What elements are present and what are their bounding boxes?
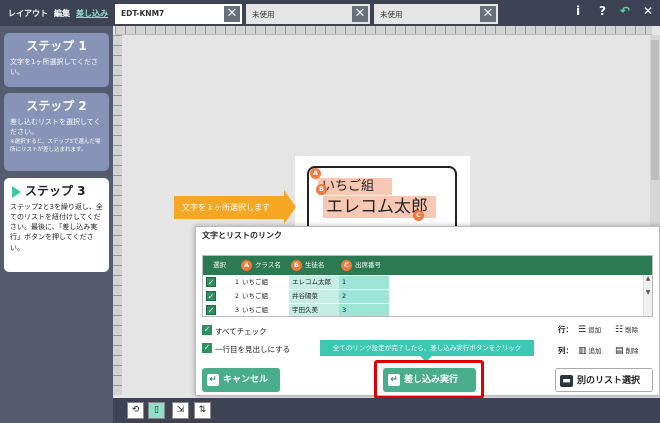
ruler-horizontal: [115, 26, 652, 35]
column-header-class[interactable]: A クラス名: [241, 256, 281, 275]
step-1-text: 文字を1ヶ所選択してください。: [10, 58, 99, 77]
tab-edt-knm7[interactable]: EDT-KNM7 ✕: [115, 4, 242, 24]
col-ops-label: 列：: [558, 346, 573, 355]
nav-edit[interactable]: 編集: [54, 8, 70, 19]
cancel-button[interactable]: ↵ キャンセル: [202, 368, 280, 392]
step-3-header: ステップ 3: [10, 182, 103, 199]
cell-class: いちご組: [239, 304, 289, 316]
step-3-text: ステップ2と3を繰り返し、全てのリストを紐付けしてください。最後に、「差し込み実…: [10, 203, 103, 252]
close-icon[interactable]: ✕: [224, 6, 240, 22]
other-list-label: 別のリスト選択: [577, 376, 641, 386]
col-add-button[interactable]: ▥ 追加: [578, 345, 602, 356]
step-1-card: ステップ 1 文字を1ヶ所選択してください。: [4, 33, 109, 87]
close-icon[interactable]: ✕: [480, 6, 496, 22]
row-add-button[interactable]: ☰ 追加: [578, 324, 601, 335]
help-icon[interactable]: ?: [599, 4, 606, 18]
ruler-vertical: [113, 35, 122, 395]
page-flip-icon[interactable]: ⇅: [194, 402, 211, 419]
check-all-checkbox[interactable]: ✓: [202, 325, 212, 335]
col-delete-button[interactable]: ▤ 削除: [615, 345, 639, 356]
check-all-label: すべてチェック: [215, 327, 267, 336]
row-number: 2: [225, 290, 239, 303]
step-3-title: ステップ 3: [25, 184, 86, 198]
hint-bubble: 全てのリンク設定が完了したら、差し込み実行ボタンをクリック: [320, 340, 534, 356]
tab-label: 未使用: [252, 10, 275, 19]
step-3-card: ステップ 3 ステップ2と3を繰り返し、全てのリストを紐付けしてください。最後に…: [4, 178, 109, 272]
row-number: 1: [225, 276, 239, 289]
step-2-card: ステップ 2 差し込むリストを選択してください。 ※選択すると、ステップ3で選ん…: [4, 93, 109, 171]
close-icon[interactable]: ✕: [643, 4, 653, 18]
cell-class: いちご組: [239, 290, 289, 303]
row-checkbox[interactable]: ✓: [206, 305, 216, 315]
table-row[interactable]: ✓ 1 いちご組 エレコム太郎 1: [203, 276, 643, 289]
row-delete-button[interactable]: ☷ 削除: [615, 324, 638, 335]
row-number: 3: [225, 304, 239, 316]
step-2-title: ステップ 2: [26, 99, 87, 113]
cell-class: いちご組: [239, 276, 289, 289]
select-other-list-button[interactable]: ▬ 別のリスト選択: [555, 368, 653, 392]
first-row-heading-checkbox[interactable]: ✓: [202, 343, 212, 353]
badge-c: C: [413, 210, 424, 221]
canvas-tooltip: 文字を１ヶ所選択します: [174, 196, 284, 219]
cell-name: 宇田久美: [289, 304, 339, 316]
tab-label: 未使用: [380, 10, 403, 19]
return-icon: ↵: [207, 373, 219, 386]
cell-seat: 3: [339, 304, 389, 316]
page-next-icon[interactable]: ⇲: [172, 402, 189, 419]
column-header-select: 選択: [213, 261, 226, 269]
folder-icon: ▬: [560, 374, 573, 387]
table-row[interactable]: ✓ 3 いちご組 宇田久美 3: [203, 304, 643, 316]
badge-b: B: [316, 184, 327, 195]
first-row-heading-label: 一行目を見出しにする: [215, 345, 291, 354]
step-arrow-icon: [12, 185, 21, 198]
text-field-class[interactable]: いちご組: [318, 178, 392, 195]
tab-label: EDT-KNM7: [121, 9, 165, 18]
cancel-label: キャンセル: [223, 375, 269, 385]
list-grid: 選択 A クラス名 B 生徒名 C 出席番号 ✓ 1 いちご組 エレコム太郎 1 ✓ …: [202, 255, 653, 317]
undo-arrow-icon[interactable]: ↶: [620, 4, 630, 18]
grid-scrollbar[interactable]: ▲ ▼: [643, 275, 652, 316]
close-icon[interactable]: ✕: [352, 6, 368, 22]
exec-label: 差し込み実行: [404, 375, 459, 385]
step-2-note: ※選択すると、ステップ3で選んだ場所にリストが差し込まれます。: [10, 139, 101, 154]
tooltip-arrow: [284, 190, 296, 224]
cell-seat: 1: [339, 276, 389, 289]
dialog-title: 文字とリストのリンク: [202, 231, 282, 240]
step-2-text: 差し込むリストを選択してください。: [10, 118, 101, 137]
tab-unused-2[interactable]: 未使用 ✕: [374, 4, 498, 24]
badge-a: A: [310, 168, 321, 179]
cell-seat: 2: [339, 290, 389, 303]
column-header-seat[interactable]: C 出席番号: [341, 256, 381, 275]
col-delete-icon: ▤: [615, 346, 624, 356]
rotate-left-icon[interactable]: ⟲: [127, 402, 144, 419]
row-add-icon: ☰: [578, 325, 587, 335]
row-checkbox[interactable]: ✓: [206, 291, 216, 301]
row-checkbox[interactable]: ✓: [206, 277, 216, 287]
column-header-name[interactable]: B 生徒名: [291, 256, 325, 275]
nav-merge[interactable]: 差し込み: [76, 8, 108, 19]
cell-name: 井谷陽菜: [289, 290, 339, 303]
info-icon[interactable]: i: [576, 4, 580, 18]
col-add-icon: ▥: [578, 346, 587, 356]
tab-unused-1[interactable]: 未使用 ✕: [246, 4, 370, 24]
row-delete-icon: ☷: [615, 325, 624, 335]
return-icon: ↵: [388, 373, 400, 386]
nav-layout[interactable]: レイアウト: [8, 8, 48, 19]
page-portrait-icon[interactable]: ▯: [148, 402, 165, 419]
cell-name: エレコム太郎: [289, 276, 339, 289]
mode-nav: レイアウト 編集 差し込み: [0, 0, 113, 26]
merge-exec-button[interactable]: ↵ 差し込み実行: [383, 368, 476, 392]
grid-header: 選択 A クラス名 B 生徒名 C 出席番号: [203, 256, 652, 275]
row-ops-label: 行：: [558, 325, 573, 334]
step-1-title: ステップ 1: [26, 39, 87, 53]
table-row[interactable]: ✓ 2 いちご組 井谷陽菜 2: [203, 290, 643, 303]
scrollbar-thumb[interactable]: [651, 40, 659, 180]
